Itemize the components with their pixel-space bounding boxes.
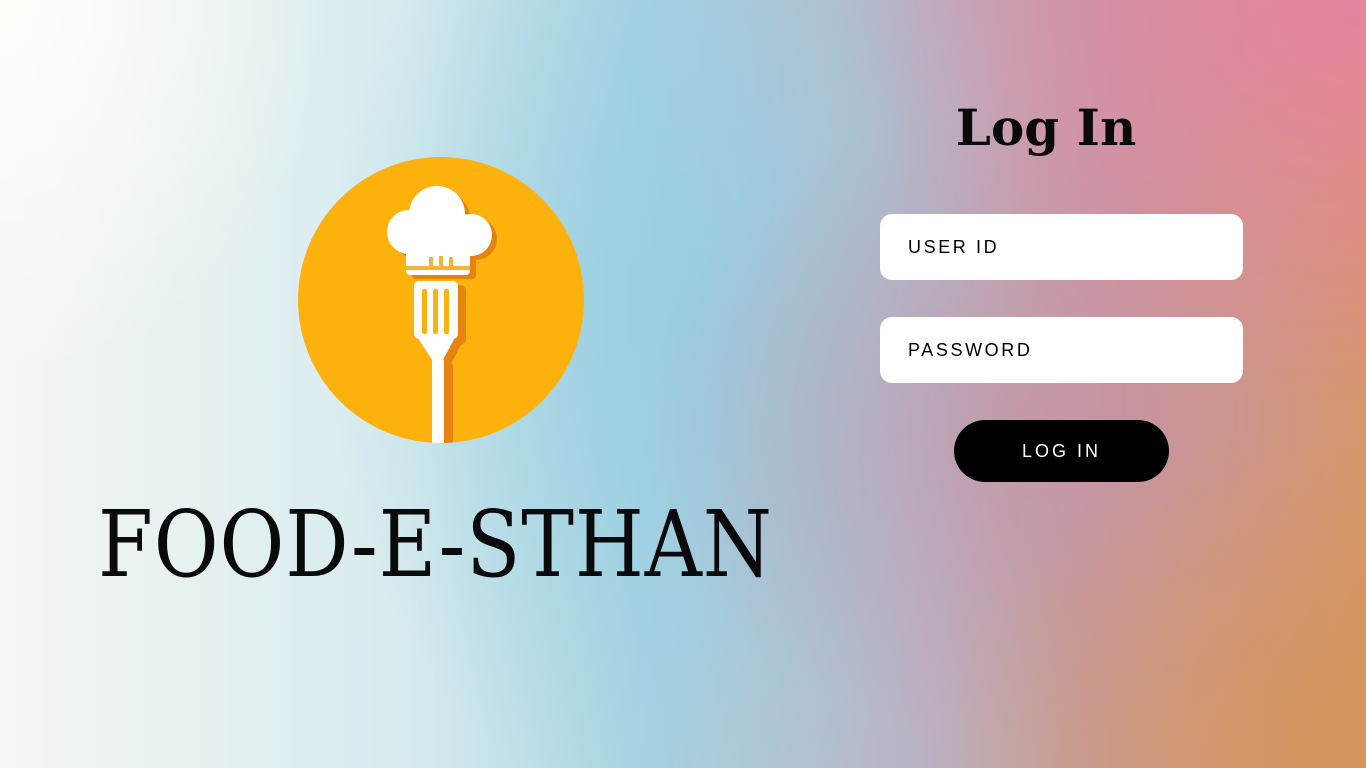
chef-hat-fork-icon xyxy=(387,186,497,443)
login-button[interactable]: LOG IN xyxy=(954,420,1169,482)
brand-logo xyxy=(298,157,584,443)
brand-name: FOOD-E-STHAN xyxy=(98,491,773,598)
user-id-input[interactable] xyxy=(880,214,1243,280)
login-title: Log In xyxy=(955,98,1137,157)
password-input[interactable] xyxy=(880,317,1243,383)
